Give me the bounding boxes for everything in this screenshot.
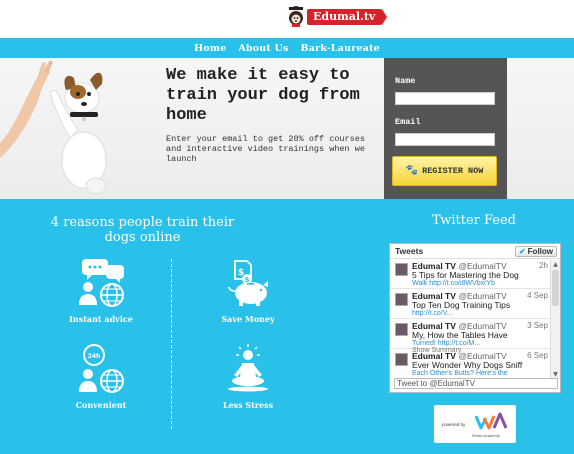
reason-convenient: 24h Convenient: [56, 343, 146, 410]
reason-instant-advice: Instant advice: [56, 257, 146, 324]
reasons-and-twitter-section: 4 reasons people train their dogs online…: [0, 199, 574, 454]
tweet-item[interactable]: Edumal TV @EdumalTV 2h 5 Tips for Master…: [390, 259, 550, 289]
tweet-link[interactable]: Each Other's Butts? Here's the: [412, 370, 508, 377]
paw-icon: 🐾: [405, 166, 419, 177]
main-nav: Home About Us Bark-Laureate: [0, 38, 574, 58]
email-input[interactable]: [395, 133, 495, 146]
hero-section: We make it easy to train your dog from h…: [0, 58, 574, 199]
nav-home[interactable]: Home: [194, 43, 226, 54]
twitter-bird-icon: ✔: [518, 246, 526, 256]
tweet-date[interactable]: 6 Sep: [527, 351, 548, 360]
email-label: Email: [395, 117, 421, 127]
register-now-button[interactable]: 🐾 REGISTER NOW: [392, 156, 497, 186]
name-input[interactable]: [395, 92, 495, 105]
avatar[interactable]: [395, 323, 408, 336]
reasons-title: 4 reasons people train their dogs online: [50, 215, 235, 245]
piggy-bank-icon: $ $: [223, 257, 273, 307]
nav-about-us[interactable]: About Us: [238, 43, 288, 54]
nav-bark-laureate[interactable]: Bark-Laureate: [301, 43, 380, 54]
chat-globe-icon: [76, 257, 126, 307]
hero-copy: We make it easy to train your dog from h…: [166, 66, 381, 164]
twitter-widget-header: Tweets ✔ Follow: [390, 244, 560, 259]
reason-label: Save Money: [221, 314, 275, 324]
powered-by-badge[interactable]: powered by World Academy: [434, 405, 516, 443]
hero-dog-high-five-image: [0, 58, 160, 199]
twitter-widget: Tweets ✔ Follow Edumal TV @EdumalTV 2h 5 …: [389, 243, 561, 393]
tweet-link[interactable]: http://t.co/V...: [412, 310, 453, 317]
brand-name: Edumal.tv: [307, 9, 388, 25]
tweets-heading: Tweets: [395, 246, 424, 256]
svg-text:24h: 24h: [88, 353, 101, 360]
tweet-text: Ever Wonder Why Dogs Sniff: [412, 360, 523, 370]
header: Edumal.tv: [0, 0, 574, 38]
tweet-list[interactable]: Edumal TV @EdumalTV 2h 5 Tips for Master…: [390, 259, 560, 378]
tweet-item[interactable]: Edumal TV @EdumalTV 3 Sep My, How the Ta…: [390, 319, 550, 354]
avatar[interactable]: [395, 293, 408, 306]
powered-by-label: powered by: [442, 422, 466, 427]
reason-less-stress: Less Stress: [203, 343, 293, 410]
clock-globe-icon: 24h: [76, 343, 126, 393]
tweet-link[interactable]: Walk http://t.co/i8WVbxrYb: [412, 280, 495, 287]
signup-form: Name Email 🐾 REGISTER NOW: [384, 58, 507, 199]
twitter-feed-title: Twitter Feed: [432, 213, 516, 228]
follow-label: Follow: [527, 246, 553, 256]
register-button-label: REGISTER NOW: [422, 166, 484, 176]
reason-label: Less Stress: [222, 400, 274, 410]
hero-subtitle: Enter your email to get 20% off courses …: [166, 134, 365, 164]
tweet-text: 5 Tips for Mastering the Dog: [412, 270, 519, 280]
reasons-divider: [171, 259, 172, 429]
tweet-date[interactable]: 2h: [539, 261, 548, 270]
tweet-item[interactable]: Edumal TV @EdumalTV 6 Sep Ever Wonder Wh…: [390, 349, 550, 378]
scroll-up-icon[interactable]: ▲: [551, 260, 560, 269]
reason-label: Convenient: [75, 400, 127, 410]
tweet-text: My, How the Tables Have: [412, 330, 508, 340]
hero-title: We make it easy to train your dog from h…: [166, 66, 360, 125]
tweet-compose-input[interactable]: Tweet to @EdumalTV: [394, 378, 558, 389]
meditation-icon: [223, 343, 273, 393]
name-label: Name: [395, 76, 416, 86]
tweet-list-scrollbar[interactable]: ▲ ▼: [550, 260, 560, 379]
powered-by-name: World Academy: [472, 433, 500, 438]
scrollbar-thumb[interactable]: [552, 270, 559, 306]
tweet-text: Top Ten Dog Training Tips: [412, 300, 511, 310]
avatar[interactable]: [395, 263, 408, 276]
world-academy-logo-icon: [474, 410, 508, 432]
tweet-link[interactable]: Turned! http://t.co/M...: [412, 340, 480, 347]
reason-label: Instant advice: [69, 314, 133, 324]
reason-save-money: $ $ Save Money: [203, 257, 293, 324]
dog-graduate-icon: [287, 6, 305, 28]
follow-button[interactable]: ✔ Follow: [514, 245, 557, 257]
avatar[interactable]: [395, 353, 408, 366]
tweet-date[interactable]: 3 Sep: [527, 321, 548, 330]
tweet-item[interactable]: Edumal TV @EdumalTV 4 Sep Top Ten Dog Tr…: [390, 289, 550, 319]
tweet-date[interactable]: 4 Sep: [527, 291, 548, 300]
brand-logo[interactable]: Edumal.tv: [287, 4, 388, 30]
